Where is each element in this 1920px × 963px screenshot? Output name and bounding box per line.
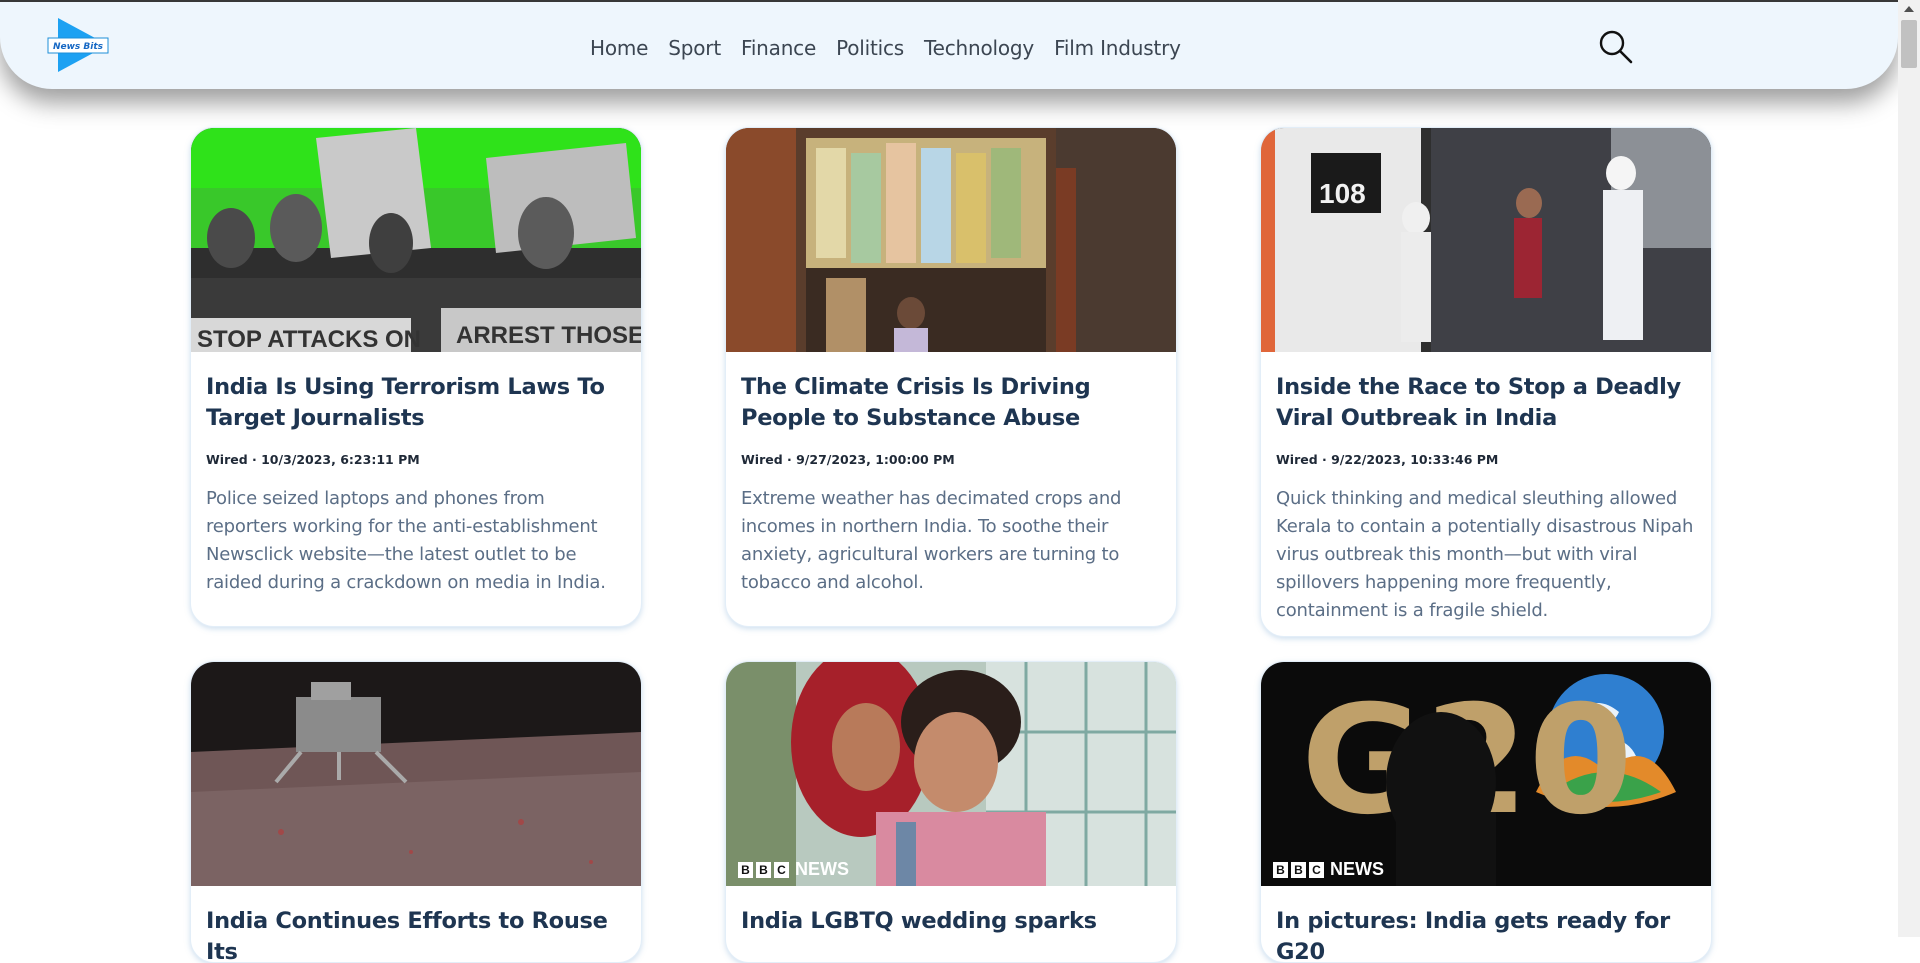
- article-image-ambulance[interactable]: 108: [1261, 128, 1711, 352]
- article-image-couple[interactable]: B B C NEWS: [726, 662, 1176, 886]
- badge-letter: B: [756, 861, 771, 878]
- news-bits-logo[interactable]: News Bits: [46, 14, 124, 76]
- article-meta: Wired · 10/3/2023, 6:23:11 PM: [206, 452, 420, 467]
- vertical-scrollbar[interactable]: [1898, 0, 1920, 937]
- main-navigation: Home Sport Finance Politics Technology F…: [590, 36, 1201, 60]
- bbc-news-badge: B B C NEWS: [738, 859, 849, 880]
- article-image-protest[interactable]: STOP ATTACKS ON ARREST THOSE: [191, 128, 641, 352]
- article-description: Extreme weather has decimated crops and …: [741, 488, 1122, 593]
- scrollbar-thumb[interactable]: [1901, 20, 1917, 68]
- nav-link-technology[interactable]: Technology: [924, 36, 1034, 60]
- article-card[interactable]: India Continues Efforts to Rouse Its: [190, 661, 642, 963]
- article-image-shop[interactable]: [726, 128, 1176, 352]
- badge-letter: C: [774, 861, 789, 878]
- nav-link-home[interactable]: Home: [590, 36, 648, 60]
- article-meta: Wired · 9/22/2023, 10:33:46 PM: [1276, 452, 1499, 467]
- svg-text:ARREST THOSE: ARREST THOSE: [456, 322, 641, 349]
- article-card[interactable]: B B C NEWS India LGBTQ wedding sparks: [725, 661, 1177, 963]
- badge-letter: B: [1273, 861, 1288, 878]
- badge-letter: B: [738, 861, 753, 878]
- badge-word: NEWS: [1330, 859, 1384, 879]
- svg-text:STOP ATTACKS ON: STOP ATTACKS ON: [197, 326, 421, 352]
- scroll-up-arrow-icon[interactable]: [1904, 6, 1914, 12]
- article-title[interactable]: India Continues Efforts to Rouse Its: [206, 906, 626, 962]
- search-icon: [1599, 30, 1633, 64]
- article-title[interactable]: The Climate Crisis Is Driving People to …: [741, 372, 1161, 434]
- article-meta: Wired · 9/27/2023, 1:00:00 PM: [741, 452, 955, 467]
- article-image-moon-lander[interactable]: [191, 662, 641, 886]
- search-button[interactable]: [1598, 29, 1634, 65]
- article-title[interactable]: India LGBTQ wedding sparks: [741, 906, 1161, 937]
- nav-link-politics[interactable]: Politics: [836, 36, 904, 60]
- article-card[interactable]: 108 Inside the Race to Stop a Deadly Vir…: [1260, 127, 1712, 637]
- badge-letter: B: [1291, 861, 1306, 878]
- svg-text:108: 108: [1319, 178, 1366, 209]
- top-navbar: News Bits Home Sport Finance Politics Te…: [0, 2, 1898, 89]
- article-image-g20[interactable]: G20 B B C NEWS: [1261, 662, 1711, 886]
- nav-link-sport[interactable]: Sport: [668, 36, 721, 60]
- article-card[interactable]: G20 B B C NEWS In pictures: India gets r…: [1260, 661, 1712, 963]
- logo-text: News Bits: [53, 42, 104, 52]
- nav-link-finance[interactable]: Finance: [741, 36, 816, 60]
- article-title[interactable]: Inside the Race to Stop a Deadly Viral O…: [1276, 372, 1696, 434]
- badge-letter: C: [1309, 861, 1324, 878]
- article-description: Quick thinking and medical sleuthing all…: [1276, 488, 1694, 621]
- article-card[interactable]: STOP ATTACKS ON ARREST THOSE India Is Us…: [190, 127, 642, 627]
- article-title[interactable]: India Is Using Terrorism Laws To Target …: [206, 372, 626, 434]
- nav-link-film-industry[interactable]: Film Industry: [1054, 36, 1181, 60]
- article-card[interactable]: The Climate Crisis Is Driving People to …: [725, 127, 1177, 627]
- article-description: Police seized laptops and phones from re…: [206, 488, 606, 593]
- article-title[interactable]: In pictures: India gets ready for G20: [1276, 906, 1696, 962]
- badge-word: NEWS: [795, 859, 849, 879]
- bbc-news-badge: B B C NEWS: [1273, 859, 1384, 880]
